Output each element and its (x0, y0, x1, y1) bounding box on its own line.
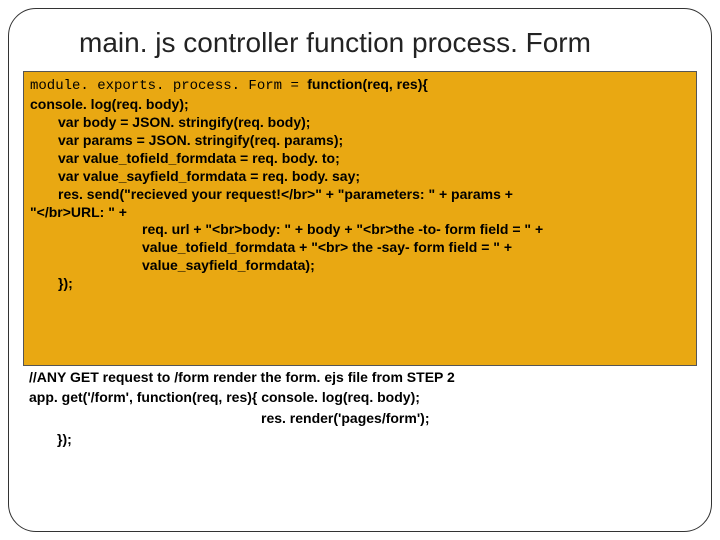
comment-line: app. get('/form', function(req, res){ co… (29, 388, 697, 406)
code-line: value_sayfield_formdata); (30, 257, 690, 275)
code-line: var value_tofield_formdata = req. body. … (30, 150, 690, 168)
code-line: console. log(req. body); (30, 96, 690, 114)
slide-frame: main. js controller function process. Fo… (8, 8, 712, 532)
code-line: req. url + "<br>body: " + body + "<br>th… (30, 221, 690, 239)
slide-title: main. js controller function process. Fo… (79, 27, 701, 59)
spacer (30, 293, 690, 309)
code-rest: function(req, res){ (307, 76, 428, 92)
code-line: "</br>URL: " + (30, 204, 690, 222)
comment-line: }); (57, 431, 701, 447)
comment-line: res. render('pages/form'); (29, 409, 697, 427)
code-block: module. exports. process. Form = functio… (23, 71, 697, 366)
code-line: var params = JSON. stringify(req. params… (30, 132, 690, 150)
code-line: var value_sayfield_formdata = req. body.… (30, 168, 690, 186)
code-line: }); (30, 275, 690, 293)
code-mono: module. exports. process. Form = (30, 78, 307, 94)
comment-line: //ANY GET request to /form render the fo… (29, 368, 697, 386)
code-line: res. send("recieved your request!</br>" … (30, 186, 690, 204)
code-line: module. exports. process. Form = functio… (30, 76, 690, 96)
code-line: var body = JSON. stringify(req. body); (30, 114, 690, 132)
code-line: value_tofield_formdata + "<br> the -say-… (30, 239, 690, 257)
